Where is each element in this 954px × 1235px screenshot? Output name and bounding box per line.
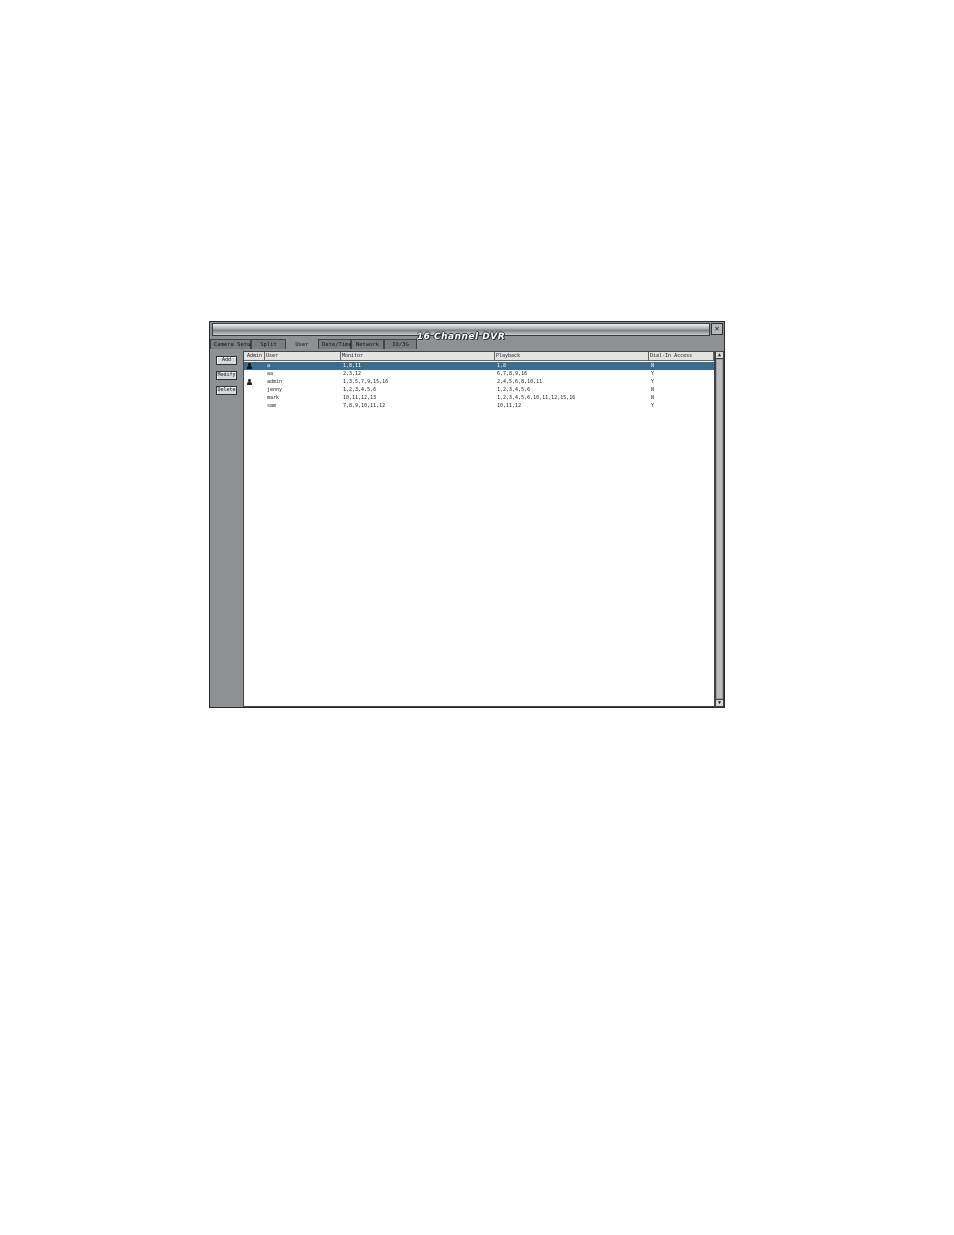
playback-cell: 1,2,3,4,5,6 (497, 387, 531, 393)
delete-user-button[interactable]: Delete (216, 386, 237, 395)
tab-date-time[interactable]: Date/Time (318, 339, 352, 349)
column-header-admin[interactable]: Admin (244, 352, 265, 361)
monitor-cell: 10,11,12,13 (343, 395, 377, 401)
table-row[interactable]: jenny 1,2,3,4,5,6 1,2,3,4,5,6 N (244, 386, 714, 394)
dial-in-cell: Y (651, 403, 655, 409)
dial-in-cell: Y (651, 371, 655, 377)
monitor-cell: 1,8,11 (343, 363, 362, 369)
monitor-cell: 1,2,3,4,5,6 (343, 387, 377, 393)
window-title: 16 Channel DVR (416, 332, 506, 342)
admin-user-icon (247, 363, 252, 369)
tab-network[interactable]: Network (351, 339, 384, 349)
arrow-up-icon: ▲ (717, 352, 721, 358)
arrow-down-icon: ▼ (717, 700, 721, 706)
close-button[interactable]: ✕ (711, 323, 723, 335)
admin-cell (244, 386, 265, 394)
dial-in-cell: N (651, 387, 655, 393)
admin-cell (244, 378, 265, 386)
tab-split[interactable]: Split (251, 339, 286, 349)
tab-user[interactable]: User (286, 339, 318, 349)
table-row[interactable]: aa 2,3,12 6,7,8,9,16 Y (244, 370, 714, 378)
monitor-cell: 1,3,5,7,9,15,16 (343, 379, 389, 385)
vertical-scrollbar[interactable]: ▲ ▼ (715, 351, 724, 707)
playback-cell: 6,7,8,9,16 (497, 371, 528, 377)
tab-camera-setup[interactable]: Camera Setup (210, 339, 254, 349)
monitor-cell: 7,8,9,10,11,12 (343, 403, 386, 409)
playback-cell: 1,8 (497, 363, 507, 369)
dial-in-cell: N (651, 395, 655, 401)
user-cell: sam (267, 403, 277, 409)
monitor-cell: 2,3,12 (343, 371, 362, 377)
action-panel: Add Modify Delete (210, 350, 242, 707)
modify-user-button[interactable]: Modify (216, 371, 237, 380)
column-header-playback[interactable]: Playback (495, 352, 649, 361)
scroll-up-button[interactable]: ▲ (716, 352, 723, 359)
admin-cell (244, 370, 265, 378)
admin-user-icon (247, 379, 252, 385)
user-cell: a (267, 363, 271, 369)
column-header-monitor[interactable]: Monitor (341, 352, 495, 361)
scroll-track[interactable] (717, 360, 722, 698)
table-row[interactable]: mark 10,11,12,13 1,2,3,4,5,6,10,11,12,15,1… (244, 394, 714, 402)
user-cell: aa (267, 371, 274, 377)
table-row[interactable]: sam 7,8,9,10,11,12 10,11,12 Y (244, 402, 714, 410)
table-row[interactable]: a 1,8,11 1,8 N (244, 362, 714, 370)
dvr-window: 16 Channel DVR ✕ Camera Setup Split User… (209, 321, 725, 708)
tab-bar: Camera Setup Split User Date/Time Networ… (210, 339, 417, 349)
user-cell: admin (267, 379, 283, 385)
table-header: Admin User Monitor Playback Dial-In Acce… (244, 352, 714, 361)
admin-cell (244, 402, 265, 410)
tab-io-3g[interactable]: IO/3G (384, 339, 417, 349)
playback-cell: 1,2,3,4,5,6,10,11,12,15,16 (497, 395, 576, 401)
user-list[interactable]: Admin User Monitor Playback Dial-In Acce… (243, 351, 715, 707)
admin-cell (244, 362, 265, 370)
playback-cell: 2,4,5,6,8,10,11 (497, 379, 543, 385)
add-user-button[interactable]: Add (216, 356, 237, 365)
dial-in-cell: N (651, 363, 655, 369)
scroll-down-button[interactable]: ▼ (716, 699, 723, 706)
table-body: a 1,8,11 1,8 Naa 2,3,12 6,7,8,9,16 Yadmin 1,3,5… (244, 362, 714, 410)
dial-in-cell: Y (651, 379, 655, 385)
close-icon: ✕ (714, 324, 720, 333)
table-row[interactable]: admin 1,3,5,7,9,15,16 2,4,5,6,8,10,11 Y (244, 378, 714, 386)
admin-cell (244, 394, 265, 402)
column-header-user[interactable]: User (265, 352, 341, 361)
user-cell: mark (267, 395, 280, 401)
title-bar: 16 Channel DVR (212, 323, 710, 342)
column-header-dial-in-access[interactable]: Dial-In Access (649, 352, 714, 361)
user-cell: jenny (267, 387, 283, 393)
playback-cell: 10,11,12 (497, 403, 522, 409)
